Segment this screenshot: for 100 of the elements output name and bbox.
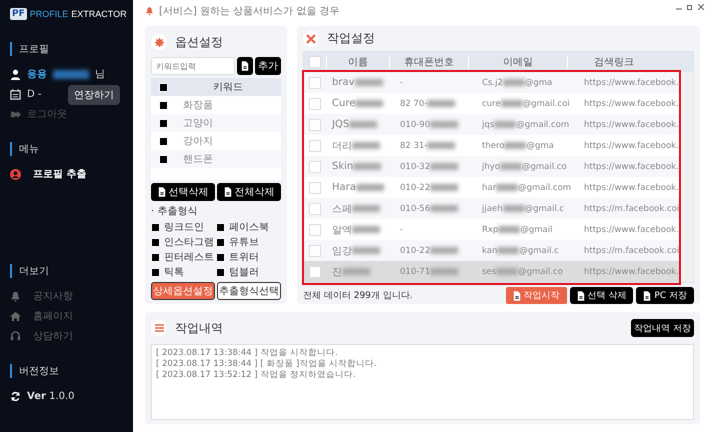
format-checkbox[interactable]: 핀터레스트 [151, 250, 216, 264]
user-circle-icon [10, 168, 21, 180]
format-checkbox[interactable]: 트위터 [216, 250, 281, 264]
format-checkbox[interactable]: 유튜브 [216, 235, 281, 249]
bell-icon [145, 6, 154, 16]
delete-all-button[interactable]: 전체삭제 [217, 183, 281, 201]
email-cell: @gma [524, 78, 552, 88]
name-cell: JQS [332, 119, 350, 130]
blurred-text [352, 247, 380, 254]
email-cell: @gmail.c [524, 204, 564, 214]
app-title: PROFILE [30, 9, 68, 19]
panel-title: 옵션설정 [175, 34, 223, 50]
link-cell-text: https://m.facebook.coi [583, 204, 676, 214]
format-checkbox[interactable]: 텀블러 [216, 265, 281, 279]
email-cell: @gmail.co [518, 266, 563, 276]
blurred-text [494, 120, 516, 128]
format-checkbox[interactable]: 인스타그램 [151, 235, 216, 249]
home-icon [10, 310, 21, 322]
link-cell-text: https://www.facebook. [583, 182, 676, 192]
blurred-text [354, 78, 383, 86]
add-button[interactable]: 추가 [255, 57, 281, 75]
blurred-text [497, 246, 520, 254]
checkbox[interactable] [309, 56, 321, 68]
file-button[interactable] [237, 57, 253, 75]
save-log-button[interactable]: 작업내역 저장 [631, 319, 694, 337]
calendar-icon [10, 88, 21, 100]
checkbox[interactable] [309, 98, 321, 110]
column-header: 이름 [326, 55, 389, 69]
email-cell: @gmail.co [522, 162, 567, 172]
logout-icon [10, 108, 21, 120]
name-cell: 임강 [332, 246, 352, 256]
email-cell: @gmail.c [519, 246, 559, 256]
email-cell: @gmail.com [516, 120, 570, 130]
menu-icon [154, 324, 164, 332]
format-checkbox[interactable]: 페이스북 [216, 220, 281, 234]
email-cell: Cs.j2 [482, 78, 503, 88]
user-name: 응용 [27, 68, 47, 81]
email-cell: @gma [526, 140, 554, 150]
blurred-text [352, 205, 380, 212]
section-label: · 추출형식 [151, 205, 198, 217]
name-cell: 진 [332, 266, 342, 278]
checkbox[interactable] [309, 76, 321, 88]
blurred-text [352, 142, 380, 150]
select-format-button[interactable]: 추출형식선택 [217, 282, 281, 300]
checkbox[interactable] [309, 118, 321, 130]
document-icon [512, 290, 521, 300]
keyword-cell-text: 화장품 [182, 99, 214, 112]
link-cell-text: https://www.facebook. [583, 78, 676, 88]
blurred-text [427, 142, 456, 149]
app-title: EXTRACTOR [71, 9, 127, 19]
table-row[interactable]: 알엑 - Rxp @gmail https://www.facebook. [304, 219, 681, 240]
checkbox[interactable] [309, 160, 321, 172]
phone-cell: 010-22 [400, 182, 430, 192]
link-cell-text: https://www.facebook. [583, 120, 676, 130]
checkbox[interactable] [309, 182, 321, 194]
table-row[interactable]: 더리 82 31- thero @gma https://www.facebook. [304, 135, 681, 156]
checkbox[interactable] [309, 266, 321, 278]
checkbox[interactable] [309, 140, 321, 152]
email-cell: jhyo [482, 162, 500, 172]
blurred-text [430, 120, 458, 128]
phone-cell: 82 70- [400, 98, 428, 108]
keyword-input[interactable]: 키워드입력 [151, 57, 235, 75]
menu-item[interactable]: 프로필 추출 [10, 164, 123, 184]
blurred-text [498, 226, 520, 233]
email-cell: @gmail.coi [522, 98, 570, 108]
column-header: 이메일 [468, 55, 567, 69]
format-checkbox[interactable]: 링크드인 [151, 220, 216, 234]
name-cell: 더리 [332, 140, 352, 152]
delete-selected-button[interactable]: 선택삭제 [151, 183, 215, 201]
blurred-text [430, 268, 458, 275]
log-line: [ 2023.08.17 13:38:44 ] 작업을 시작합니다. [156, 348, 339, 359]
name-cell: 스페 [332, 204, 352, 214]
blurred-text [502, 78, 525, 86]
panel-title: 작업설정 [327, 30, 375, 47]
close-icon[interactable] [698, 4, 704, 10]
log-line: [ 2023.08.17 13:52:12 ] 작업을 정지하였습니다. [156, 370, 357, 381]
checkbox[interactable] [309, 244, 321, 256]
table-row[interactable]: Cure 82 70- cure @gmail.coi https://www.facebook. [304, 93, 681, 114]
action-button[interactable]: PC 저장 [636, 287, 694, 304]
phone-cell: 010-71 [400, 266, 430, 276]
section-title: 메뉴 [10, 142, 123, 156]
checkbox[interactable] [309, 202, 321, 214]
blurred-text [349, 120, 378, 128]
document-icon [241, 61, 249, 71]
blurred-text [353, 162, 382, 170]
email-cell: har [482, 182, 496, 192]
restore-icon[interactable] [687, 4, 693, 10]
headset-icon [10, 330, 21, 342]
action-button[interactable]: 선택 삭제 [570, 287, 634, 304]
link-cell-text: https://www.facebook. [583, 98, 676, 108]
phone-cell: - [400, 78, 404, 88]
format-checkbox[interactable]: 틱톡 [151, 265, 216, 279]
table-row[interactable]: Hara 010-22 har @gmail.com https://www.facebook. [304, 177, 681, 198]
name-cell: 알엑 [332, 224, 352, 236]
link-cell-text: https://www.facebook. [583, 140, 676, 150]
email-cell: Rxp [482, 224, 498, 234]
blurred-text [352, 226, 380, 234]
checkbox[interactable] [309, 224, 321, 236]
scrollbar[interactable] [682, 72, 693, 282]
document-icon [224, 187, 232, 197]
